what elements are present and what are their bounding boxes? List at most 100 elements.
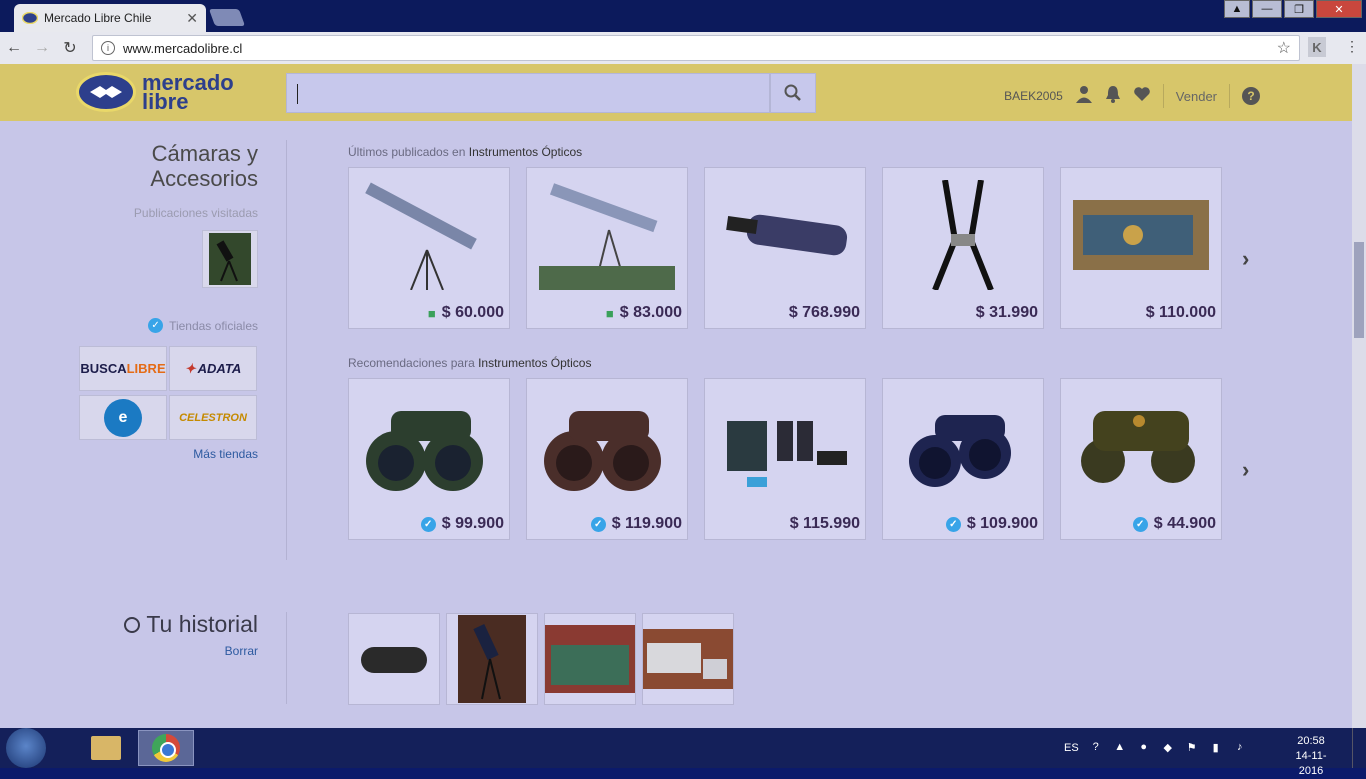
search-button[interactable] [770, 73, 816, 113]
address-bar[interactable]: i www.mercadolibre.cl ☆ [92, 35, 1300, 61]
show-desktop-button[interactable] [1352, 728, 1366, 768]
carousel-next-arrow-icon[interactable]: › [1242, 246, 1249, 272]
windows-start-button[interactable] [6, 728, 46, 768]
user-icon[interactable] [1075, 85, 1093, 108]
product-card[interactable]: ✓ $ 119.900 [526, 378, 688, 540]
tab-close-icon[interactable]: ✕ [186, 10, 198, 27]
store-adata-logo[interactable]: ✦ ADATA [169, 346, 257, 391]
window-controls: ▲ — ❐ ✕ [1224, 0, 1362, 18]
estore-bag-icon: e [104, 398, 142, 437]
recommendations-section-title: Recomendaciones para Instrumentos Óptico… [348, 356, 591, 370]
recommendations-title-category[interactable]: Instrumentos Ópticos [478, 356, 591, 370]
history-item-thumbnail[interactable] [348, 613, 440, 705]
store-estore-logo[interactable]: e [79, 395, 167, 440]
action-center-flag-icon[interactable]: ⚑ [1185, 741, 1199, 755]
chrome-menu-icon[interactable]: ⋮ [1345, 38, 1359, 55]
latest-title-category[interactable]: Instrumentos Ópticos [469, 145, 582, 159]
site-info-icon[interactable]: i [101, 41, 115, 55]
store-name-part: LIBRE [126, 361, 166, 376]
history-item-thumbnail[interactable] [446, 613, 538, 705]
username-link[interactable]: BAEK2005 [1004, 89, 1063, 103]
chrome-icon [152, 734, 180, 762]
product-price: $ 31.990 [975, 304, 1038, 321]
history-divider [286, 612, 287, 704]
official-stores-text: Tiendas oficiales [169, 318, 258, 333]
sell-link[interactable]: Vender [1176, 89, 1217, 104]
tray-app-icon[interactable]: ● [1137, 741, 1151, 755]
clock-icon [124, 616, 141, 633]
clock-date: 14-11-2016 [1295, 750, 1327, 777]
maximize-button[interactable]: ❐ [1284, 0, 1314, 18]
product-price: $ 110.000 [1145, 304, 1216, 321]
clear-history-link[interactable]: Borrar [225, 644, 258, 658]
product-price: $ 44.900 [1153, 515, 1216, 532]
mercadolibre-logo[interactable]: mercado libre [76, 72, 234, 113]
language-indicator[interactable]: ES [1064, 742, 1079, 754]
store-name: CELESTRON [179, 411, 247, 424]
minimize-button[interactable]: — [1252, 0, 1282, 18]
network-icon[interactable]: ▮ [1209, 741, 1223, 755]
handshake-icon [76, 72, 136, 112]
latest-section-title: Últimos publicados en Instrumentos Óptic… [348, 145, 582, 159]
new-tab-button[interactable] [208, 9, 246, 26]
product-price: $ 83.000 [619, 304, 682, 321]
product-card[interactable]: ■ $ 83.000 [526, 167, 688, 329]
carousel-next-arrow-icon[interactable]: › [1242, 457, 1249, 483]
product-price: $ 768.990 [788, 304, 860, 321]
hummingbird-icon: ✦ [184, 360, 196, 376]
reload-button[interactable]: ↻ [56, 38, 84, 58]
product-card[interactable]: $ 768.990 [704, 167, 866, 329]
folder-icon [91, 736, 121, 760]
product-price: $ 99.900 [441, 515, 504, 532]
notifications-bell-icon[interactable] [1105, 85, 1121, 108]
product-image-binoculars-kit [717, 391, 853, 501]
tab-title: Mercado Libre Chile [44, 11, 152, 25]
help-icon[interactable]: ? [1242, 87, 1260, 105]
product-image-binoculars [895, 391, 1031, 501]
product-card[interactable]: ✓ $ 99.900 [348, 378, 510, 540]
product-price: $ 109.900 [966, 515, 1038, 532]
product-card[interactable]: ✓ $ 109.900 [882, 378, 1044, 540]
product-image-harness-strap [895, 180, 1031, 290]
verified-check-icon: ✓ [148, 318, 164, 333]
bookmark-star-icon[interactable]: ☆ [1277, 38, 1291, 58]
taskbar-explorer-button[interactable] [78, 730, 134, 766]
clock-time: 20:58 [1297, 735, 1325, 747]
page-scrollbar[interactable] [1352, 64, 1366, 728]
official-stores-grid: BUSCA LIBRE ✦ ADATA e CELESTRON [79, 346, 257, 440]
visited-item-thumbnail[interactable] [202, 230, 258, 288]
forward-button[interactable]: → [28, 39, 56, 57]
product-card[interactable]: ■ $ 60.000 [348, 167, 510, 329]
search-input[interactable] [286, 73, 770, 113]
category-title[interactable]: Cámaras y Accesorios [150, 141, 258, 191]
scrollbar-thumb[interactable] [1354, 242, 1364, 338]
history-item-thumbnail[interactable] [544, 613, 636, 705]
recommendations-title-prefix: Recomendaciones para [348, 356, 475, 370]
page-content: mercado libre BAEK2005 Vender ? Cámaras … [0, 64, 1352, 728]
product-card[interactable]: ✓ $ 44.900 [1060, 378, 1222, 540]
history-item-thumbnail[interactable] [642, 613, 734, 705]
favorites-heart-icon[interactable] [1133, 86, 1151, 107]
mercadolibre-favicon-icon [22, 10, 38, 26]
product-price: $ 60.000 [441, 304, 504, 321]
show-hidden-icons-icon[interactable]: ▲ [1113, 741, 1127, 755]
close-window-button[interactable]: ✕ [1316, 0, 1362, 18]
taskbar-clock[interactable]: 20:58 14-11-2016 [1286, 734, 1336, 779]
help-circle-icon[interactable]: ? [1089, 741, 1103, 755]
volume-icon[interactable]: ♪ [1233, 741, 1247, 755]
store-buscalibre-logo[interactable]: BUSCA LIBRE [79, 346, 167, 391]
more-stores-link[interactable]: Más tiendas [193, 447, 258, 461]
visited-label: Publicaciones visitadas [133, 206, 258, 220]
browser-tab[interactable]: Mercado Libre Chile ✕ [14, 4, 206, 32]
official-store-check-icon: ✓ [1132, 516, 1148, 532]
product-image-binoculars [361, 391, 497, 501]
dropbox-icon[interactable]: ◆ [1161, 741, 1175, 755]
product-card[interactable]: $ 110.000 [1060, 167, 1222, 329]
product-card[interactable]: $ 115.990 [704, 378, 866, 540]
extension-icon[interactable]: K [1308, 37, 1326, 57]
back-button[interactable]: ← [0, 39, 28, 57]
taskbar-chrome-button[interactable] [138, 730, 194, 766]
store-celestron-logo[interactable]: CELESTRON [169, 395, 257, 440]
user-profile-button[interactable]: ▲ [1224, 0, 1250, 18]
product-card[interactable]: $ 31.990 [882, 167, 1044, 329]
